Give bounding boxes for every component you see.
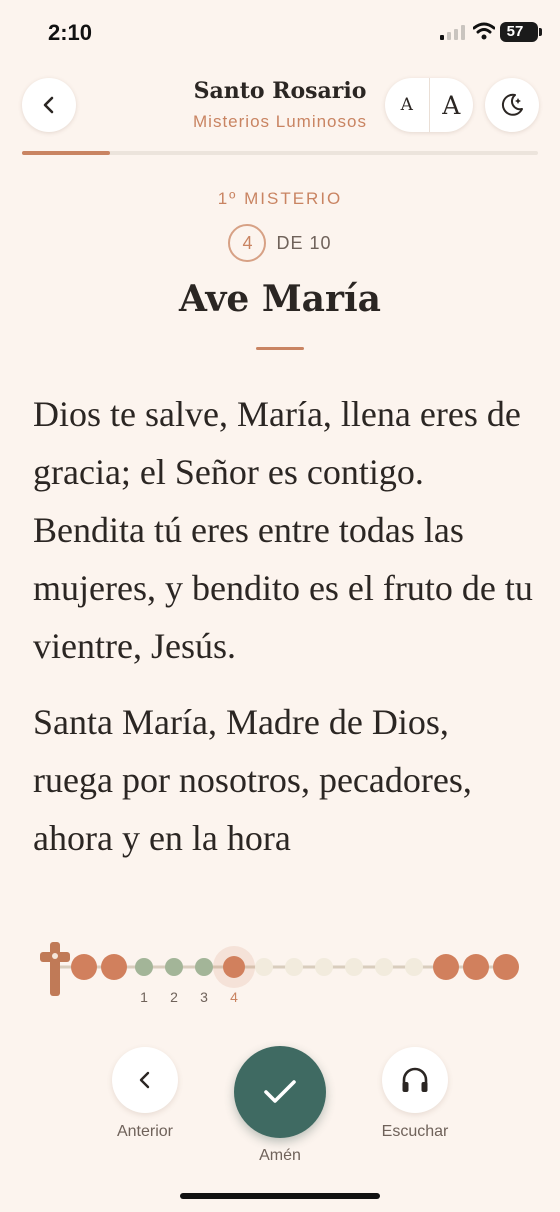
mystery-label: 1º MISTERIO <box>217 189 343 208</box>
rosary-large-bead <box>433 954 459 980</box>
rosary-bead-tracker[interactable]: 1 2 3 4 <box>0 936 560 1016</box>
current-count-badge: 4 <box>228 224 267 262</box>
rosary-bead-pending <box>315 958 333 976</box>
amen-button[interactable] <box>234 1046 326 1138</box>
font-size-control: A A <box>385 78 473 132</box>
amen-label: Amén <box>259 1147 301 1164</box>
previous-button[interactable] <box>112 1047 178 1113</box>
headphones-icon <box>402 1067 428 1092</box>
page-subtitle: Misterios Luminosos <box>193 112 367 131</box>
crucifix-detail <box>52 953 58 959</box>
battery-level: 57 <box>506 23 524 40</box>
title-divider <box>256 347 304 350</box>
chevron-left-icon <box>139 1071 150 1089</box>
status-time: 2:10 <box>48 20 93 45</box>
rosary-bead-done <box>195 958 213 976</box>
total-count: DE 10 <box>276 232 332 253</box>
bead-number: 1 <box>140 989 148 1005</box>
rosary-large-bead <box>71 954 97 980</box>
rosary-large-bead <box>101 954 127 980</box>
page-title: Santo Rosario <box>193 78 367 104</box>
checkmark-icon <box>264 1080 296 1103</box>
listen-label: Escuchar <box>381 1123 449 1140</box>
prayer-progress-bar <box>22 151 538 155</box>
bead-number: 2 <box>170 989 178 1005</box>
battery-icon: 57 <box>500 22 538 42</box>
prayer-title: Ave María <box>179 278 381 320</box>
rosary-bead-done <box>135 958 153 976</box>
crucifix-icon <box>50 942 60 996</box>
prayer-paragraph: Dios te salve, María, llena eres de grac… <box>33 394 533 666</box>
rosary-large-bead <box>463 954 489 980</box>
rosary-bead-pending <box>375 958 393 976</box>
bead-number: 4 <box>230 989 238 1005</box>
prayer-paragraph: Santa María, Madre de Dios, ruega por no… <box>33 702 472 858</box>
rosary-bead-current <box>223 956 245 978</box>
rosary-bead-done <box>165 958 183 976</box>
rosary-large-bead <box>493 954 519 980</box>
battery-tip <box>539 28 542 36</box>
rosary-bead-pending <box>345 958 363 976</box>
rosary-bead-pending <box>405 958 423 976</box>
text-fade <box>0 860 560 916</box>
listen-button[interactable] <box>382 1047 448 1113</box>
rosary-bead-pending <box>255 958 273 976</box>
theme-toggle-button[interactable] <box>485 78 539 132</box>
previous-label: Anterior <box>116 1123 174 1140</box>
header: Santo Rosario Misterios Luminosos A A <box>0 70 560 140</box>
wifi-icon <box>473 22 495 40</box>
rosary-bead-pending <box>285 958 303 976</box>
prayer-counter: 4 DE 10 <box>0 224 560 262</box>
prayer-text: Dios te salve, María, llena eres de grac… <box>33 385 533 915</box>
increase-font-button[interactable]: A <box>430 78 474 132</box>
status-bar: 2:10 57 <box>0 0 560 66</box>
moon-stars-icon <box>501 93 523 116</box>
home-indicator <box>180 1193 380 1199</box>
signal-icon <box>440 25 465 40</box>
decrease-font-button[interactable]: A <box>385 78 430 132</box>
prayer-progress-fill <box>22 151 110 155</box>
bead-number: 3 <box>200 989 208 1005</box>
